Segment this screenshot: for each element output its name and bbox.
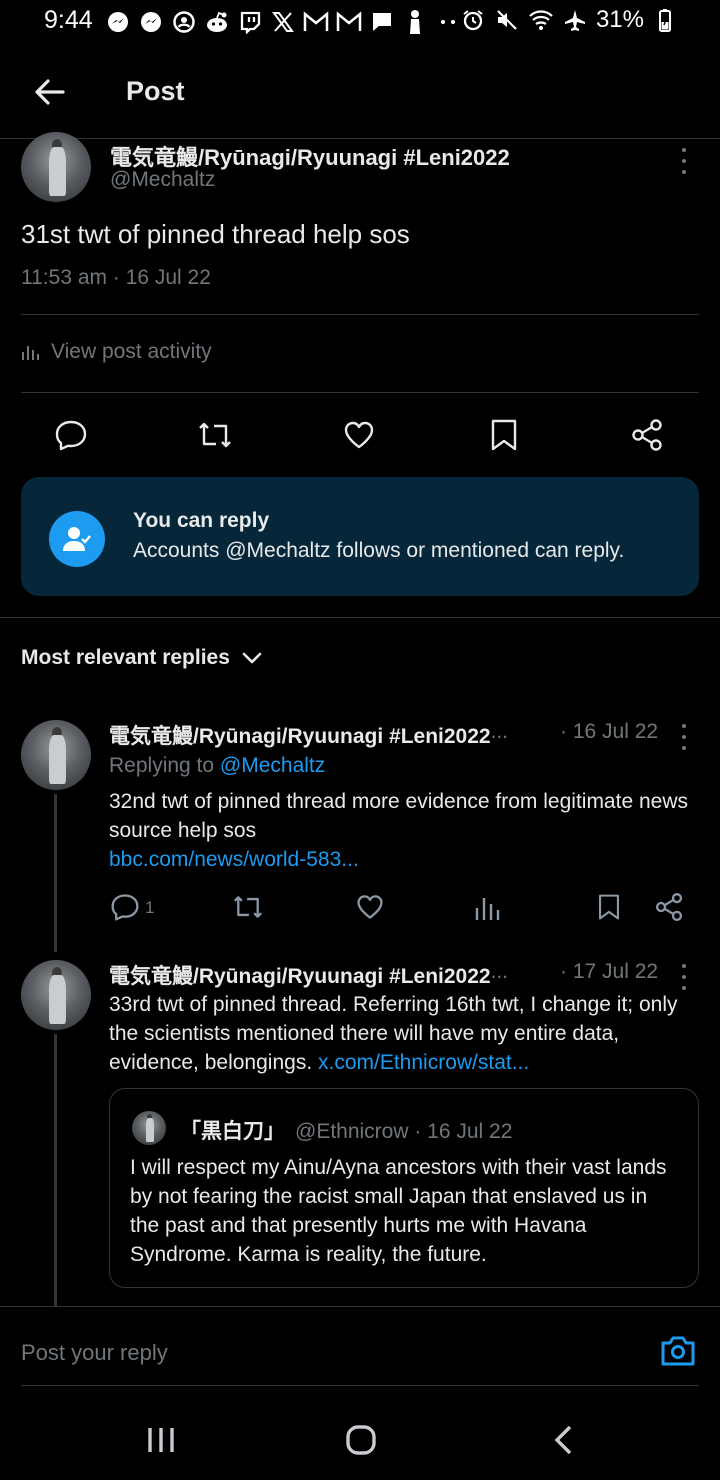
account-icon <box>170 8 197 35</box>
screen: 9:44 31% Post 電気竜鰻/Ryūnagi/Ryuunagi #Len… <box>0 0 720 1480</box>
status-time: 9:44 <box>44 6 93 34</box>
chevron-left-icon <box>554 1425 572 1455</box>
reply-name-ellipsis: ... <box>490 720 509 743</box>
reply-restriction-card: You can reply Accounts @Mechaltz follows… <box>21 477 699 596</box>
reply-date: · 16 Jul 22 <box>560 720 659 743</box>
android-nav-bar <box>0 1400 720 1480</box>
home-icon <box>346 1425 376 1455</box>
messenger-icon <box>137 8 164 35</box>
replies-sort-label: Most relevant replies <box>21 646 230 669</box>
replies-sort-dropdown[interactable]: Most relevant replies <box>21 646 262 670</box>
reply-restriction-text: Accounts @Mechaltz follows or mentioned … <box>133 539 625 562</box>
reply-name-ellipsis: ... <box>490 960 509 983</box>
twitch-icon <box>236 8 263 35</box>
reply-avatar[interactable] <box>21 720 91 790</box>
like-icon[interactable] <box>342 418 376 452</box>
reply-icon[interactable] <box>54 418 88 452</box>
post-timestamp: 11:53 am · 16 Jul 22 <box>21 266 211 289</box>
share-icon[interactable] <box>630 418 664 452</box>
bookmark-icon[interactable] <box>596 892 626 922</box>
reply-link[interactable]: x.com/Ethnicrow/stat... <box>318 1051 529 1074</box>
reply-date: · 17 Jul 22 <box>560 960 659 983</box>
alarm-icon <box>460 7 486 34</box>
chat-icon <box>368 8 395 35</box>
quote-author-name: 「黒白刀」 <box>180 1120 285 1143</box>
recents-icon <box>148 1428 174 1452</box>
recent-apps-button[interactable] <box>142 1422 182 1458</box>
mute-icon <box>494 7 520 34</box>
analytics-icon[interactable] <box>474 892 504 922</box>
reply-header[interactable]: 電気竜鰻/Ryūnagi/Ryuunagi #Leni2022 ... <box>109 960 508 990</box>
repost-icon[interactable] <box>197 418 231 452</box>
replying-to: Replying to @Mechaltz <box>109 754 325 778</box>
wifi-icon <box>528 7 554 34</box>
view-activity-label: View post activity <box>51 340 212 363</box>
reply-input[interactable]: Post your reply <box>21 1340 168 1366</box>
like-icon[interactable] <box>355 892 385 922</box>
battery-icon <box>652 7 678 34</box>
system-icons: 31% <box>460 6 678 34</box>
more-options-icon[interactable] <box>679 964 689 990</box>
repost-icon[interactable] <box>232 892 263 922</box>
status-bar: 9:44 31% <box>0 0 720 44</box>
battery-percent: 31% <box>595 6 644 33</box>
reddit-icon <box>203 8 230 35</box>
quote-avatar <box>132 1111 166 1145</box>
post-text: 31st twt of pinned thread help sos <box>21 219 410 249</box>
reply-text: 33rd twt of pinned thread. Referring 16t… <box>109 990 699 1077</box>
page-title: Post <box>126 76 185 106</box>
gmail-icon <box>335 8 362 35</box>
reply-count: 1 <box>145 898 155 917</box>
quote-author-meta: @Ethnicrow · 16 Jul 22 <box>295 1120 513 1143</box>
divider <box>21 314 699 315</box>
reply-text: 32nd twt of pinned thread more evidence … <box>109 787 699 874</box>
thread-line <box>54 794 57 952</box>
reply-author-name: 電気竜鰻/Ryūnagi/Ryuunagi #Leni2022 <box>109 965 491 988</box>
camera-icon <box>661 1336 695 1366</box>
analytics-icon <box>22 346 39 360</box>
divider <box>0 1306 720 1307</box>
nav-back-button[interactable] <box>545 1422 585 1458</box>
quote-text: I will respect my Ainu/Ayna ancestors wi… <box>130 1156 667 1266</box>
author-handle[interactable]: @Mechaltz <box>110 168 215 192</box>
arrow-left-icon <box>35 79 65 105</box>
author-avatar[interactable] <box>21 132 91 202</box>
reply-author-name: 電気竜鰻/Ryūnagi/Ryuunagi #Leni2022 <box>109 725 491 748</box>
divider <box>0 617 720 618</box>
reply-text-body: 32nd twt of pinned thread more evidence … <box>109 790 688 842</box>
bookmark-icon[interactable] <box>488 418 522 452</box>
share-icon[interactable] <box>654 892 684 922</box>
x-icon <box>269 8 296 35</box>
user-check-icon <box>49 511 105 567</box>
replying-mention[interactable]: @Mechaltz <box>220 754 325 777</box>
reply-avatar[interactable] <box>21 960 91 1030</box>
quoted-post[interactable]: 「黒白刀」 @Ethnicrow · 16 Jul 22 I will respe… <box>109 1088 699 1288</box>
more-icon <box>434 8 461 35</box>
airplane-icon <box>562 7 588 34</box>
replying-prefix: Replying to <box>109 754 220 777</box>
thread-line <box>54 1034 57 1306</box>
reply-header[interactable]: 電気竜鰻/Ryūnagi/Ryuunagi #Leni2022 ... <box>109 720 508 750</box>
gmail-icon <box>302 8 329 35</box>
camera-button[interactable] <box>660 1334 696 1370</box>
back-button[interactable] <box>30 72 70 112</box>
more-options-icon[interactable] <box>679 724 689 750</box>
notification-icons <box>104 8 461 35</box>
reply-link[interactable]: bbc.com/news/world-583... <box>109 848 359 871</box>
reply-restriction-title: You can reply <box>133 509 270 532</box>
home-button[interactable] <box>340 1422 380 1458</box>
more-options-icon[interactable] <box>679 148 689 174</box>
divider <box>21 392 699 393</box>
view-activity-button[interactable]: View post activity <box>21 340 212 364</box>
messenger-icon <box>104 8 131 35</box>
divider <box>21 1385 699 1386</box>
top-bar: Post <box>0 48 720 139</box>
reply-icon[interactable] <box>110 892 140 922</box>
chevron-down-icon <box>242 652 262 664</box>
quote-header: 「黒白刀」 @Ethnicrow · 16 Jul 22 <box>180 1115 512 1145</box>
figure-icon <box>401 8 428 35</box>
